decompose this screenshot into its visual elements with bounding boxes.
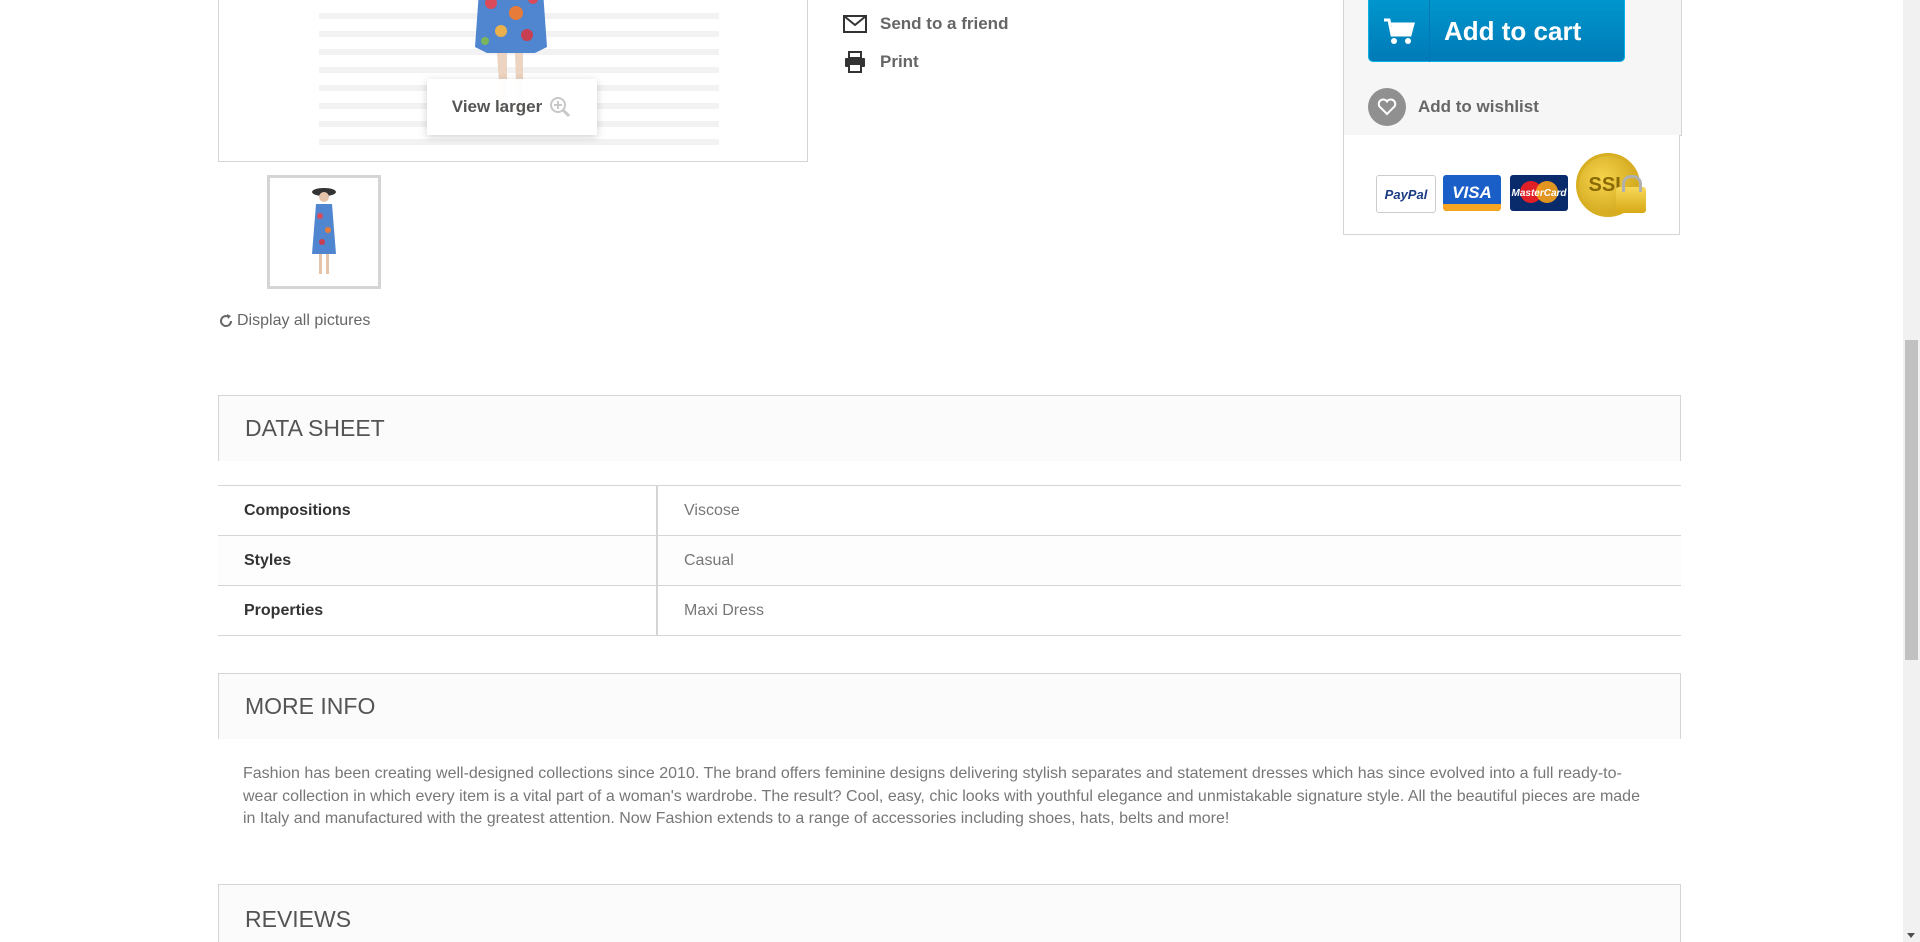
thumbnail-image	[312, 188, 336, 274]
mastercard-logo: MasterCard	[1510, 175, 1568, 211]
table-row: Compositions Viscose	[218, 485, 1681, 536]
visa-logo: VISA	[1443, 175, 1501, 211]
buy-box: Add to cart Add to wishlist	[1343, 0, 1682, 136]
more-info-heading: MORE INFO	[218, 673, 1681, 739]
product-thumbnail[interactable]	[267, 175, 381, 289]
data-sheet-key: Compositions	[218, 485, 658, 536]
zoom-in-icon	[550, 97, 571, 118]
data-sheet-value: Casual	[684, 551, 734, 569]
add-to-wishlist-label: Add to wishlist	[1418, 97, 1539, 116]
view-larger-label: View larger	[451, 97, 543, 116]
add-to-cart-label: Add to cart	[1444, 15, 1582, 46]
paypal-logo: PayPal	[1376, 175, 1436, 213]
heart-icon	[1368, 88, 1406, 126]
page-scrollbar[interactable]	[1903, 0, 1920, 942]
more-info-description: Fashion has been creating well-designed …	[243, 765, 1640, 827]
send-to-friend-label: Send to a friend	[880, 14, 1009, 33]
refresh-icon	[220, 314, 233, 327]
data-sheet-key: Properties	[218, 585, 658, 636]
data-sheet-value: Viscose	[684, 501, 740, 519]
print-link[interactable]: Print	[842, 51, 919, 73]
data-sheet-title: DATA SHEET	[245, 415, 385, 441]
add-to-wishlist-button[interactable]: Add to wishlist	[1368, 88, 1539, 126]
data-sheet-value: Maxi Dress	[684, 601, 765, 619]
table-row: Styles Casual	[218, 535, 1681, 586]
table-row: Properties Maxi Dress	[218, 585, 1681, 636]
reviews-title: REVIEWS	[245, 906, 352, 932]
envelope-icon	[843, 15, 867, 33]
scroll-down-arrow-icon[interactable]	[1907, 933, 1915, 938]
padlock-icon	[1616, 175, 1646, 213]
more-info-title: MORE INFO	[245, 693, 376, 719]
reviews-heading: REVIEWS	[218, 884, 1681, 942]
scrollbar-thumb[interactable]	[1905, 340, 1918, 660]
printer-icon	[845, 51, 865, 73]
add-to-cart-button[interactable]: Add to cart	[1368, 0, 1625, 62]
display-all-pictures-label: Display all pictures	[237, 312, 371, 329]
product-page: View larger Display all pictures Send to…	[0, 0, 1920, 942]
send-to-friend-link[interactable]: Send to a friend	[842, 13, 1008, 35]
data-sheet-key: Styles	[218, 535, 658, 586]
payment-logos: PayPal VISA MasterCard SSL	[1343, 135, 1680, 235]
cart-icon	[1369, 0, 1430, 62]
display-all-pictures-link[interactable]: Display all pictures	[218, 312, 370, 330]
product-main-image[interactable]: View larger	[218, 0, 808, 162]
data-sheet-table: Compositions Viscose Styles Casual Prope…	[218, 485, 1681, 636]
print-label: Print	[880, 52, 919, 71]
data-sheet-heading: DATA SHEET	[218, 395, 1681, 461]
view-larger-button[interactable]: View larger	[427, 79, 597, 135]
